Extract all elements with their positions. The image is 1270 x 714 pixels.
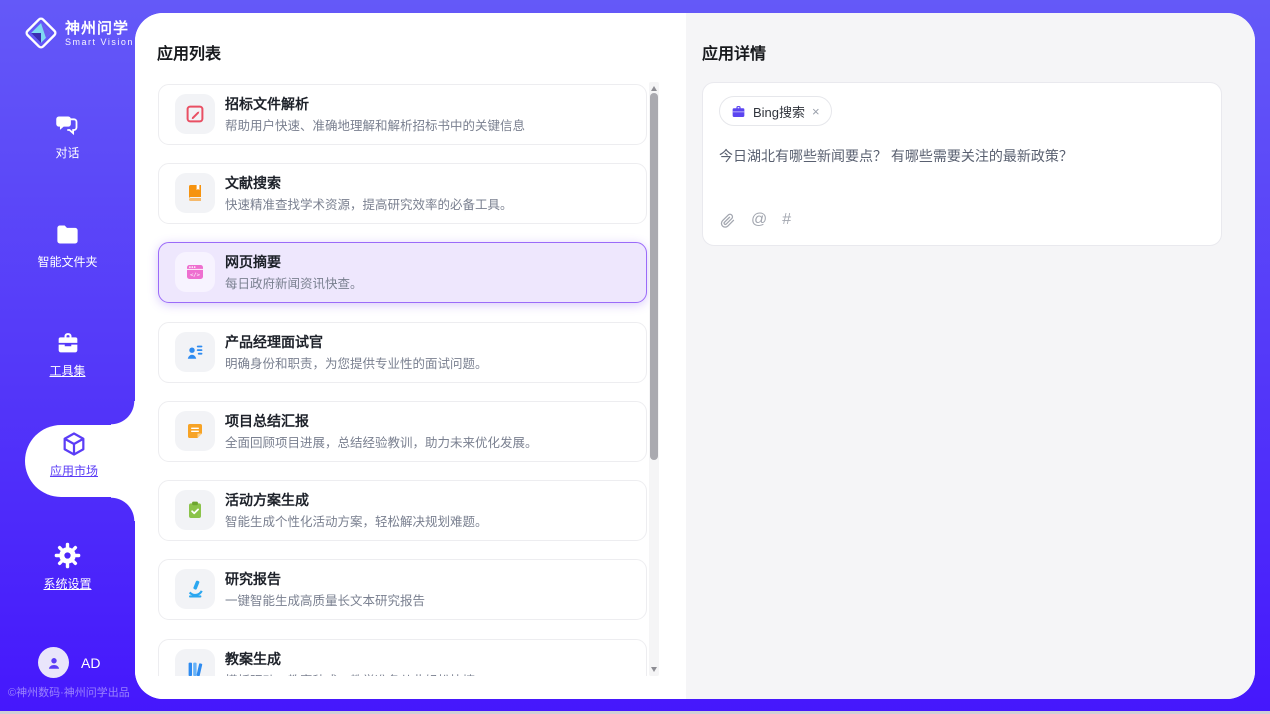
app-card-desc: 明确身份和职责，为您提供专业性的面试问题。 (225, 353, 488, 372)
app-card-title: 研究报告 (225, 569, 281, 589)
app-card-web-summary[interactable]: </> 网页摘要 每日政府新闻资讯快查。 (158, 242, 647, 303)
app-card-title: 文献搜索 (225, 173, 281, 193)
interview-doc-icon (175, 332, 215, 372)
attachment-icon[interactable] (719, 212, 736, 229)
mention-icon[interactable]: @ (751, 211, 767, 229)
sidebar-item-label: 系统设置 (43, 575, 91, 592)
microscope-icon (175, 569, 215, 609)
app-card-title: 产品经理面试官 (225, 332, 323, 352)
gear-icon (53, 541, 82, 570)
tool-chip-label: Bing搜索 (753, 102, 805, 121)
app-card-lesson-plan[interactable]: 教案生成 模板驱动，教案秒成，教学准备从此轻松快捷 (158, 639, 647, 676)
tab-concave-corner-top (111, 401, 135, 425)
app-card-research-report[interactable]: 研究报告 一键智能生成高质量长文本研究报告 (158, 559, 647, 620)
app-card-desc: 每日政府新闻资讯快查。 (225, 273, 363, 292)
app-card-desc: 帮助用户快速、准确地理解和解析招标书中的关键信息 (225, 115, 525, 134)
hashtag-icon[interactable]: # (782, 211, 791, 229)
memo-icon (175, 411, 215, 451)
toolbox-icon (54, 329, 82, 357)
copyright-text: ©神州数码·神州问学出品 (8, 684, 130, 700)
app-card-title: 项目总结汇报 (225, 411, 309, 431)
books-icon (175, 649, 215, 676)
user-initials: AD (81, 655, 100, 671)
app-card-desc: 智能生成个性化活动方案，轻松解决规划难题。 (225, 511, 488, 530)
avatar (38, 647, 69, 678)
sidebar-item-label: 智能文件夹 (37, 253, 97, 270)
chip-close-icon[interactable]: × (812, 105, 820, 118)
app-card-pm-interviewer[interactable]: 产品经理面试官 明确身份和职责，为您提供专业性的面试问题。 (158, 322, 647, 383)
app-card-project-summary[interactable]: 项目总结汇报 全面回顾项目进展，总结经验教训，助力未来优化发展。 (158, 401, 647, 462)
app-list-scrollbar[interactable] (649, 82, 659, 676)
app-card-title: 活动方案生成 (225, 490, 309, 510)
triangle-up-icon (651, 86, 657, 91)
query-input[interactable]: 今日湖北有哪些新闻要点？ 有哪些需要关注的最新政策？ (719, 145, 1199, 167)
diamond-logo-icon (24, 16, 58, 50)
sidebar-item-chat[interactable]: 对话 (0, 112, 135, 161)
app-card-literature-search[interactable]: 文献搜索 快速精准查找学术资源，提高研究效率的必备工具。 (158, 163, 647, 224)
briefcase-icon (731, 104, 746, 119)
scrollbar-thumb[interactable] (650, 93, 658, 460)
app-card-desc: 全面回顾项目进展，总结经验教训，助力未来优化发展。 (225, 432, 538, 451)
clipboard-check-icon (175, 490, 215, 530)
brand-name: 神州问学 (65, 20, 134, 37)
sidebar-item-label: 对话 (55, 144, 79, 161)
input-toolbar: @ # (719, 211, 791, 229)
book-icon (175, 173, 215, 213)
brand-subtitle: Smart Vision (65, 37, 134, 47)
sidebar-item-label: 应用市场 (50, 462, 98, 479)
triangle-down-icon (651, 667, 657, 672)
app-card-bid-document-analysis[interactable]: 招标文件解析 帮助用户快速、准确地理解和解析招标书中的关键信息 (158, 84, 647, 145)
user-account[interactable]: AD (38, 647, 100, 678)
sidebar-item-app-market[interactable]: 应用市场 (25, 430, 123, 479)
app-list-panel: 应用列表 招标文件解析 帮助用户快速、准确地理解和解析招标书中的关键信息 (135, 13, 686, 699)
app-card-event-plan[interactable]: 活动方案生成 智能生成个性化活动方案，轻松解决规划难题。 (158, 480, 647, 541)
chat-icon (54, 112, 81, 139)
app-window: 神州问学 Smart Vision 对话 智能文件夹 工具集 (0, 0, 1270, 714)
app-card-desc: 快速精准查找学术资源，提高研究效率的必备工具。 (225, 194, 513, 213)
tool-chip-bing-search[interactable]: Bing搜索 × (719, 96, 832, 126)
person-icon (45, 654, 63, 672)
doc-edit-icon (175, 94, 215, 134)
app-list: 招标文件解析 帮助用户快速、准确地理解和解析招标书中的关键信息 文献搜索 快速精… (135, 82, 686, 676)
app-details-panel: 应用详情 Bing搜索 × 今日湖北有哪些新闻要点？ 有哪些需要关注的最新政策？ (686, 13, 1255, 699)
browser-code-icon: </> (175, 252, 215, 292)
tab-concave-corner-bottom (111, 497, 135, 521)
app-card-title: 教案生成 (225, 649, 281, 669)
main-surface: 应用列表 招标文件解析 帮助用户快速、准确地理解和解析招标书中的关键信息 (135, 13, 1255, 699)
app-details-title: 应用详情 (702, 40, 766, 64)
sidebar-item-smart-folders[interactable]: 智能文件夹 (0, 221, 135, 270)
prompt-card: Bing搜索 × 今日湖北有哪些新闻要点？ 有哪些需要关注的最新政策？ @ # (702, 82, 1222, 246)
scroll-down-button[interactable] (649, 663, 659, 676)
app-card-title: 网页摘要 (225, 252, 281, 272)
app-card-desc: 模板驱动，教案秒成，教学准备从此轻松快捷 (225, 670, 475, 676)
svg-text:</>: </> (190, 273, 201, 279)
sidebar: 神州问学 Smart Vision 对话 智能文件夹 工具集 (0, 0, 135, 714)
sidebar-item-label: 工具集 (49, 362, 85, 379)
folder-icon (54, 221, 81, 248)
sidebar-item-toolset[interactable]: 工具集 (0, 329, 135, 379)
cube-icon (60, 430, 88, 458)
sidebar-item-settings[interactable]: 系统设置 (0, 541, 135, 592)
app-card-title: 招标文件解析 (225, 94, 309, 114)
brand-logo: 神州问学 Smart Vision (24, 16, 134, 50)
app-list-title: 应用列表 (157, 40, 221, 64)
app-card-desc: 一键智能生成高质量长文本研究报告 (225, 590, 425, 609)
